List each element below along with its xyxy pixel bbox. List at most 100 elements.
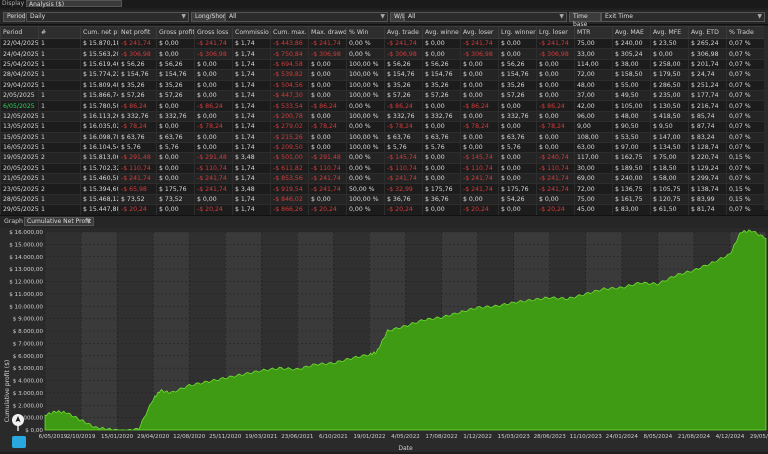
table-cell: -$ 241,74 bbox=[309, 184, 347, 194]
table-cell: $ 0,00 bbox=[157, 153, 195, 163]
table-cell: 0,07 % bbox=[727, 132, 768, 142]
table-row[interactable]: 16/05/20251$ 16.104,54$ 5,76$ 5,76$ 0,00… bbox=[1, 142, 768, 152]
table-cell: 75,00 bbox=[575, 194, 613, 204]
column-header[interactable]: % Win bbox=[347, 27, 385, 39]
timebase-select[interactable]: Exit Time▼ bbox=[601, 12, 765, 22]
table-cell: 0,07 % bbox=[727, 49, 768, 59]
column-header[interactable]: Cum. max. bbox=[271, 27, 309, 39]
column-header[interactable]: Avg. MAE bbox=[613, 27, 651, 39]
table-cell: -$ 846,02 bbox=[271, 194, 309, 204]
column-header[interactable]: Period bbox=[1, 27, 39, 39]
table-cell: $ 0,00 bbox=[157, 205, 195, 215]
table-cell: $ 235,00 bbox=[651, 90, 689, 100]
table-cell: $ 15.809,48 bbox=[81, 80, 119, 90]
column-header[interactable]: Lrg. loser bbox=[537, 27, 575, 39]
column-header[interactable]: % Trade bbox=[727, 27, 768, 39]
table-row[interactable]: 13/05/20251$ 16.035,02-$ 78,24$ 0,00-$ 7… bbox=[1, 122, 768, 132]
table-cell: -$ 750,84 bbox=[271, 49, 309, 59]
table-row[interactable]: 6/05/20251$ 15.780,50-$ 86,24$ 0,00-$ 86… bbox=[1, 101, 768, 111]
table-cell: $ 0,00 bbox=[499, 122, 537, 132]
table-cell: 100,00 % bbox=[347, 142, 385, 152]
table-row[interactable]: 28/05/20251$ 15.468,12$ 73,52$ 73,52$ 0,… bbox=[1, 194, 768, 204]
table-row[interactable]: 22/04/20251$ 15.870,18-$ 241,74$ 0,00-$ … bbox=[1, 39, 768, 49]
column-header[interactable]: MTR bbox=[575, 27, 613, 39]
table-cell: $ 16.104,54 bbox=[81, 142, 119, 152]
column-header[interactable]: # bbox=[39, 27, 81, 39]
table-cell: $ 83,99 bbox=[689, 194, 727, 204]
table-cell: $ 15.780,50 bbox=[81, 101, 119, 111]
column-header[interactable]: Gross loss bbox=[195, 27, 233, 39]
table-cell: -$ 145,74 bbox=[385, 153, 423, 163]
timebase-label: Time base bbox=[569, 12, 601, 22]
table-cell: $ 0,00 bbox=[157, 101, 195, 111]
column-header[interactable]: Cum. net p bbox=[81, 27, 119, 39]
table-cell: $ 0,00 bbox=[537, 111, 575, 121]
table-row[interactable]: 24/04/20251$ 15.563,20-$ 306,98$ 0,00-$ … bbox=[1, 49, 768, 59]
table-cell: $ 35,26 bbox=[385, 80, 423, 90]
table-cell: $ 0,00 bbox=[423, 153, 461, 163]
x-tick-label: 21/08/2024 bbox=[678, 434, 711, 440]
table-row[interactable]: 29/05/20251$ 15.447,88-$ 20,24$ 0,00-$ 2… bbox=[1, 205, 768, 215]
table-cell: -$ 110,74 bbox=[309, 163, 347, 173]
y-tick-label: $ 3.000,00 bbox=[13, 391, 44, 397]
y-tick-label: $ 9.000,00 bbox=[13, 317, 44, 323]
table-cell: 0,07 % bbox=[727, 39, 768, 49]
table-row[interactable]: 28/04/20251$ 15.774,22$ 154,76$ 154,76$ … bbox=[1, 70, 768, 80]
table-cell: -$ 443,86 bbox=[271, 39, 309, 49]
column-header[interactable]: Gross profit bbox=[157, 27, 195, 39]
table-cell: $ 0,00 bbox=[461, 59, 499, 69]
period-select[interactable]: Daily▼ bbox=[26, 12, 189, 22]
table-cell: $ 332,76 bbox=[157, 111, 195, 121]
column-header[interactable]: Lrg. winner bbox=[499, 27, 537, 39]
table-cell: $ 0,00 bbox=[499, 174, 537, 184]
table-row[interactable]: 20/05/20251$ 15.702,32-$ 110,74$ 0,00-$ … bbox=[1, 163, 768, 173]
table-cell: 100,00 % bbox=[347, 194, 385, 204]
cumulative-profit-chart: $ 0,00$ 1.000,00$ 2.000,00$ 3.000,00$ 4.… bbox=[0, 228, 768, 452]
table-cell: $ 73,52 bbox=[119, 194, 157, 204]
table-cell: -$ 145,74 bbox=[461, 153, 499, 163]
table-cell: 0,15 % bbox=[727, 184, 768, 194]
chevron-down-icon: ▼ bbox=[559, 13, 564, 21]
column-header[interactable]: Avg. loser bbox=[461, 27, 499, 39]
table-cell: $ 147,00 bbox=[651, 132, 689, 142]
table-row[interactable]: 21/05/20251$ 15.460,58-$ 241,74$ 0,00-$ … bbox=[1, 174, 768, 184]
table-cell: -$ 78,24 bbox=[461, 122, 499, 132]
x-tick-label: 28/06/2023 bbox=[534, 434, 567, 440]
table-cell: 72,00 bbox=[575, 70, 613, 80]
column-header[interactable]: Avg. trade bbox=[385, 27, 423, 39]
display-bar: Display Analysis ($) bbox=[0, 0, 768, 8]
table-cell: 2 bbox=[39, 184, 81, 194]
table-cell: 0,00 % bbox=[347, 49, 385, 59]
table-row[interactable]: 19/05/20252$ 15.813,06-$ 291,48$ 0,00-$ … bbox=[1, 153, 768, 163]
table-cell: 19/05/2025 bbox=[1, 153, 39, 163]
table-cell: $ 3,48 bbox=[233, 153, 271, 163]
column-header[interactable]: Avg. winne bbox=[423, 27, 461, 39]
column-header[interactable]: Avg. ETD bbox=[689, 27, 727, 39]
table-cell: -$ 86,24 bbox=[119, 101, 157, 111]
table-cell: $ 16.035,02 bbox=[81, 122, 119, 132]
table-scrollbar[interactable] bbox=[764, 26, 768, 210]
graph-type-select[interactable]: Cumulative Net Profit▼ bbox=[24, 217, 94, 226]
column-header[interactable]: Max. drawd bbox=[309, 27, 347, 39]
column-header[interactable]: Commissio bbox=[233, 27, 271, 39]
column-header[interactable]: Avg. MFE bbox=[651, 27, 689, 39]
longshort-select[interactable]: All▼ bbox=[225, 12, 388, 22]
wl-select[interactable]: All▼ bbox=[404, 12, 567, 22]
column-header[interactable]: Net profit bbox=[119, 27, 157, 39]
table-cell: -$ 86,24 bbox=[537, 101, 575, 111]
table-cell: -$ 20,24 bbox=[385, 205, 423, 215]
display-select[interactable]: Analysis ($) bbox=[26, 0, 122, 7]
table-cell: 30,00 bbox=[575, 163, 613, 173]
table-row[interactable]: 25/04/20251$ 15.619,46$ 56,26$ 56,26$ 0,… bbox=[1, 59, 768, 69]
table-row[interactable]: 29/04/20251$ 15.809,48$ 35,26$ 35,26$ 0,… bbox=[1, 80, 768, 90]
table-cell: -$ 504,56 bbox=[271, 80, 309, 90]
table-cell: -$ 306,98 bbox=[537, 49, 575, 59]
table-row[interactable]: 2/05/20251$ 15.866,74$ 57,26$ 57,26$ 0,0… bbox=[1, 90, 768, 100]
y-tick-label: $ 6.000,00 bbox=[13, 354, 44, 360]
table-row[interactable]: 12/05/20251$ 16.113,26$ 332,76$ 332,76$ … bbox=[1, 111, 768, 121]
x-tick-label: 19/03/2021 bbox=[245, 434, 278, 440]
table-row[interactable]: 15/05/20251$ 16.098,78$ 63,76$ 63,76$ 0,… bbox=[1, 132, 768, 142]
x-tick-label: 6/05/2019 bbox=[39, 434, 68, 440]
table-row[interactable]: 23/05/20252$ 15.394,60-$ 65,98$ 175,76-$… bbox=[1, 184, 768, 194]
table-cell: -$ 241,74 bbox=[385, 174, 423, 184]
